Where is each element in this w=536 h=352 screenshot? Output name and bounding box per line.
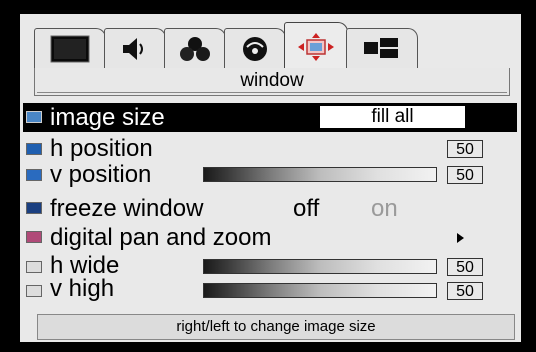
speaker-icon <box>123 37 143 60</box>
v-position-value: 50 <box>447 166 483 184</box>
window-move-icon <box>298 32 334 61</box>
menu-item-v-position[interactable]: v position 50 <box>23 161 517 190</box>
freeze-icon <box>26 202 42 214</box>
osd-menu: window image size fill all h position 50… <box>17 11 524 345</box>
tab-lamp[interactable] <box>224 28 286 68</box>
h-position-icon <box>26 143 42 155</box>
menu-item-label: image size <box>50 104 165 131</box>
menu-item-v-high[interactable]: v high 50 <box>23 275 517 306</box>
color-balls-icon <box>180 36 210 61</box>
tab-color[interactable] <box>164 28 226 68</box>
menu-item-label: v position <box>50 161 152 188</box>
tab-display[interactable] <box>34 28 106 68</box>
h-wide-value: 50 <box>447 258 483 276</box>
menu-item-label: v high <box>50 275 115 302</box>
h-wide-icon <box>26 261 42 273</box>
tab-audio[interactable] <box>104 28 166 68</box>
option-on[interactable]: on <box>371 194 398 223</box>
layout-icon <box>364 37 398 58</box>
help-text: right/left to change image size <box>37 314 515 340</box>
image-size-value[interactable]: fill all <box>320 106 465 128</box>
section-header: window <box>34 68 510 96</box>
tab-window[interactable] <box>284 22 348 70</box>
lamp-icon <box>243 36 267 61</box>
pan-zoom-icon <box>26 231 42 243</box>
tab-setup[interactable] <box>346 28 418 68</box>
divider <box>37 92 507 93</box>
menu-item-label: h position <box>50 135 153 162</box>
v-high-value: 50 <box>447 282 483 300</box>
section-title: window <box>240 70 304 91</box>
h-wide-slider[interactable] <box>203 259 437 274</box>
menu-item-label: freeze window <box>50 195 204 222</box>
h-position-value: 50 <box>447 140 483 158</box>
tab-bar <box>34 22 524 74</box>
v-position-slider[interactable] <box>203 167 437 182</box>
submenu-arrow-icon <box>457 233 464 243</box>
v-high-icon <box>26 285 42 297</box>
image-size-icon <box>26 111 42 123</box>
v-high-slider[interactable] <box>203 283 437 298</box>
option-off[interactable]: off <box>293 194 319 223</box>
v-position-icon <box>26 169 42 181</box>
menu-item-freeze-window[interactable]: freeze window off on <box>23 194 517 223</box>
menu-item-digital-pan-zoom[interactable]: digital pan and zoom <box>23 223 517 252</box>
monitor-icon <box>50 35 90 62</box>
menu-item-label: digital pan and zoom <box>50 224 272 251</box>
menu-item-image-size[interactable]: image size fill all <box>23 103 517 132</box>
